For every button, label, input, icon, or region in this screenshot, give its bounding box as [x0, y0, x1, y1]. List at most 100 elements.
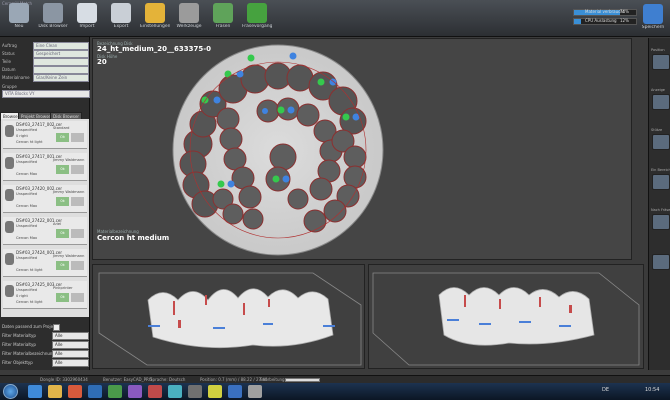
app2-icon[interactable]	[108, 385, 122, 398]
material-progress-pct: 74%	[620, 9, 629, 14]
app4-icon[interactable]	[148, 385, 162, 398]
form-label: Materialname	[2, 75, 30, 80]
case-material: Cercon ht light	[16, 300, 43, 304]
case-status: Unspecified	[16, 288, 38, 292]
filter-select[interactable]: Alle	[52, 341, 89, 349]
toolbar-button-7[interactable]: Fräsevorgang	[242, 3, 272, 35]
toolbar-button-6[interactable]: Fräsen	[208, 3, 238, 35]
ie-icon[interactable]	[28, 385, 42, 398]
case-action-button[interactable]	[71, 165, 84, 174]
toolbar-button-4[interactable]: Einstellungen	[140, 3, 170, 35]
play-icon	[247, 3, 267, 23]
app6-icon[interactable]	[188, 385, 202, 398]
app8-icon[interactable]	[228, 385, 242, 398]
filter-checkbox[interactable]	[53, 324, 60, 331]
bridge-model-right	[438, 287, 595, 346]
toolbar-button-label: Neu	[14, 24, 24, 29]
bridge-side-view-left[interactable]	[92, 264, 365, 369]
form-field[interactable]: Gespeichert	[33, 50, 89, 58]
case-name: Jimmy Waldmann	[53, 190, 85, 194]
form-field[interactable]: Glas/Keine Zein	[33, 74, 89, 82]
form-label: Status	[2, 51, 15, 56]
tray-language: DE	[602, 387, 610, 393]
toolbar-button-1[interactable]: Disk Browser	[38, 3, 68, 35]
tools-icon	[179, 3, 199, 23]
form-field[interactable]	[33, 58, 89, 66]
toolbar-button-2[interactable]: Import	[72, 3, 102, 35]
save-icon	[643, 4, 663, 24]
toolbar-ribbon: Ceramill Match NeuDisk BrowserImportExpo…	[0, 0, 670, 37]
case-list-item[interactable]: DS#03_27422_001.cer Unspecified Cercon Max…	[3, 217, 87, 245]
case-list-item[interactable]: DS#03_27420_002.cer Unspecified Cercon Max…	[3, 185, 87, 213]
case-weight: 0 right	[16, 134, 28, 138]
media-icon[interactable]	[68, 385, 82, 398]
toolbar-button-3[interactable]: Export	[106, 3, 136, 35]
tray-clock: 10:54	[645, 387, 660, 393]
case-thumbnail-icon	[5, 221, 14, 233]
view-icon[interactable]	[652, 94, 670, 110]
right-panel-label: Position	[651, 48, 665, 52]
case-action-button[interactable]	[71, 261, 84, 270]
group-label: Gruppe	[2, 84, 17, 89]
filter-select[interactable]: Alle	[52, 332, 89, 340]
case-material: Cercon ht light	[16, 140, 43, 144]
right-tool-panel: Position Anzeige Stütze Ein Bereich Nach Frä…	[648, 38, 670, 370]
case-thumbnail-icon	[5, 125, 14, 137]
app5-icon[interactable]	[168, 385, 182, 398]
bridge-side-view-right[interactable]	[368, 264, 644, 369]
case-status-badge: 0k	[56, 197, 69, 206]
case-thumbnail-icon	[5, 285, 14, 297]
toolbar-button-5[interactable]: Werkzeuge	[174, 3, 204, 35]
case-action-button[interactable]	[71, 133, 84, 142]
filter-select[interactable]: Alle	[52, 359, 89, 367]
disk-top-view[interactable]: Bezeichnung Disk 24_ht_medium_20__633375…	[92, 38, 632, 260]
case-list-item[interactable]: DS#03_27417_002.cer Unspecified 0 right Cer…	[3, 121, 87, 149]
case-status-badge: 0k	[56, 293, 69, 302]
form-field[interactable]	[33, 66, 89, 74]
filter-label: Filter Objekttyp	[2, 360, 33, 365]
new-file-icon	[9, 3, 29, 23]
case-status: Unspecified	[16, 256, 38, 260]
mill-after-icon[interactable]	[652, 214, 670, 230]
case-list-item[interactable]: DS#03_27424_001.cer Unspecified Cercon ht …	[3, 249, 87, 277]
case-list-item[interactable]: DS#03_27417_001.cer Unspecified Cercon Max…	[3, 153, 87, 181]
case-status: Unspecified	[16, 128, 38, 132]
app1-icon[interactable]	[88, 385, 102, 398]
case-name: Standard	[53, 126, 70, 130]
start-button[interactable]	[3, 384, 18, 399]
form-label: Auftrag	[2, 43, 17, 48]
toolbar-button-label: Export	[113, 24, 129, 29]
right-panel-label: Ein Bereich	[651, 168, 670, 172]
toolbar-button-label: Fräsevorgang	[242, 24, 272, 29]
filter-label: Filter Materialtyp	[2, 342, 36, 347]
toolbar-button-0[interactable]: Neu	[4, 3, 34, 35]
sprue-icon[interactable]	[652, 134, 670, 150]
app3-icon[interactable]	[128, 385, 142, 398]
position-icon[interactable]	[652, 54, 670, 70]
bridge-model-left	[147, 288, 334, 349]
browser-tabs: Browser Projekt Browser Disk Browser	[0, 112, 90, 121]
form-label: Teile	[2, 59, 11, 64]
explorer-icon[interactable]	[48, 385, 62, 398]
area-icon[interactable]	[652, 174, 670, 190]
case-action-button[interactable]	[71, 293, 84, 302]
app9-icon[interactable]	[248, 385, 262, 398]
save-button[interactable]: Speichern	[640, 4, 666, 34]
toolbar-button-label: Disk Browser	[38, 24, 68, 29]
group-select[interactable]: VITA Blocks VY	[2, 90, 90, 98]
status-user: Benutzer: EasyCAD_PRO	[103, 377, 152, 382]
case-action-button[interactable]	[71, 197, 84, 206]
case-name: Pinkprinter	[53, 286, 73, 290]
status-dongle: Dongle ID: 3302960434	[40, 377, 88, 382]
filter-label: Filter Materialtyp	[2, 333, 36, 338]
status-language: Sprache: Deutsch	[150, 377, 186, 382]
filter-select[interactable]: Alle	[52, 350, 89, 358]
form-field[interactable]: Eine Clean	[33, 42, 89, 50]
case-action-button[interactable]	[71, 229, 84, 238]
app7-icon[interactable]	[208, 385, 222, 398]
settings-icon[interactable]	[652, 254, 670, 270]
case-list-item[interactable]: DS#03_27425_003.cer Unspecified 0 right Cer…	[3, 281, 87, 309]
case-weight: 0 right	[16, 294, 28, 298]
case-status-badge: 0k	[56, 165, 69, 174]
form-label: Datum	[2, 67, 16, 72]
